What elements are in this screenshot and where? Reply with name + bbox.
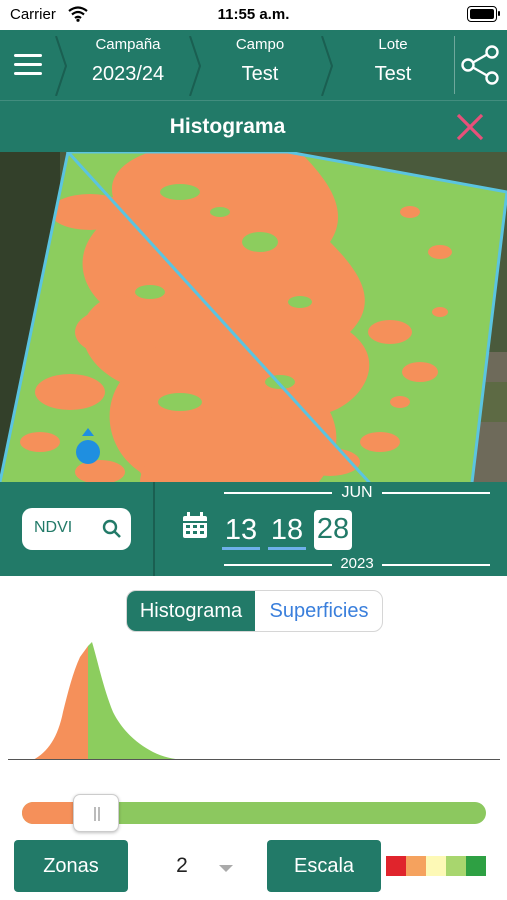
menu-button[interactable] xyxy=(0,30,56,100)
app-screen: Carrier 11:55 a.m. Campaña 2023/24 Campo… xyxy=(0,0,507,900)
share-icon[interactable] xyxy=(456,40,504,90)
date-day-13[interactable]: 13 xyxy=(222,510,260,550)
histogram-low-zone xyxy=(33,646,88,760)
breadcrumb-value: 2023/24 xyxy=(91,63,165,85)
location-pin-icon[interactable] xyxy=(74,428,102,468)
header-bar: Histograma xyxy=(0,100,507,152)
month-label: JUN xyxy=(341,484,373,501)
divider xyxy=(454,36,455,94)
clock: 11:55 a.m. xyxy=(217,6,290,23)
hamburger-icon xyxy=(14,54,42,57)
scale-swatch xyxy=(386,856,406,876)
slider-thumb[interactable] xyxy=(73,794,120,832)
analysis-panel: Histograma Superficies Zonas 2 Escala xyxy=(0,576,507,900)
calendar-icon[interactable] xyxy=(181,512,209,540)
top-navigation: Campaña 2023/24 Campo Test Lote Test xyxy=(0,30,507,100)
scale-swatch xyxy=(426,856,446,876)
breadcrumb-label: Lote xyxy=(378,36,408,53)
index-selector-label: NDVI xyxy=(34,519,73,536)
month-rule xyxy=(224,492,332,494)
index-selector[interactable]: NDVI xyxy=(22,508,131,550)
color-scale-legend xyxy=(386,856,486,876)
hamburger-icon-line xyxy=(14,63,42,66)
chevron-right-icon xyxy=(55,36,68,96)
month-rule xyxy=(382,492,490,494)
breadcrumb-label: Campaña xyxy=(95,36,161,53)
date-day-18[interactable]: 18 xyxy=(268,510,306,550)
breadcrumb-value: Test xyxy=(241,63,279,85)
view-segmented-control: Histograma Superficies xyxy=(126,590,383,632)
zonas-button[interactable]: Zonas xyxy=(14,840,128,892)
status-bar: Carrier 11:55 a.m. xyxy=(0,0,507,30)
search-icon xyxy=(102,519,121,538)
chevron-down-icon[interactable] xyxy=(219,865,233,872)
battery-icon xyxy=(467,6,500,22)
escala-button[interactable]: Escala xyxy=(267,840,381,892)
scale-swatch xyxy=(406,856,426,876)
breadcrumb-lote[interactable]: Lote Test xyxy=(333,30,453,100)
year-label: 2023 xyxy=(340,555,374,572)
scale-swatch xyxy=(446,856,466,876)
divider xyxy=(153,482,155,576)
page-title: Histograma xyxy=(169,115,286,138)
breadcrumb-value: Test xyxy=(374,63,412,85)
histogram-high-zone xyxy=(88,642,183,760)
close-icon[interactable] xyxy=(455,112,485,142)
tab-histograma[interactable]: Histograma xyxy=(127,591,255,631)
chevron-right-icon xyxy=(321,36,334,96)
tab-superficies[interactable]: Superficies xyxy=(255,591,383,631)
breadcrumb-campo[interactable]: Campo Test xyxy=(200,30,320,100)
histogram-axis xyxy=(8,759,500,760)
date-day-28-selected[interactable]: 28 xyxy=(314,510,352,550)
breadcrumb-campana[interactable]: Campaña 2023/24 xyxy=(68,30,188,100)
ndvi-histogram xyxy=(33,642,183,760)
breadcrumb-label: Campo xyxy=(235,36,285,53)
year-rule xyxy=(382,564,490,566)
scale-swatch xyxy=(466,856,486,876)
grip-line xyxy=(94,807,97,821)
zonas-count-select[interactable]: 2 xyxy=(165,854,199,878)
year-rule xyxy=(224,564,332,566)
imagery-controls: NDVI JUN 13 18 28 2023 xyxy=(0,482,507,576)
grip-line xyxy=(98,807,101,821)
hamburger-icon-line xyxy=(14,72,42,75)
